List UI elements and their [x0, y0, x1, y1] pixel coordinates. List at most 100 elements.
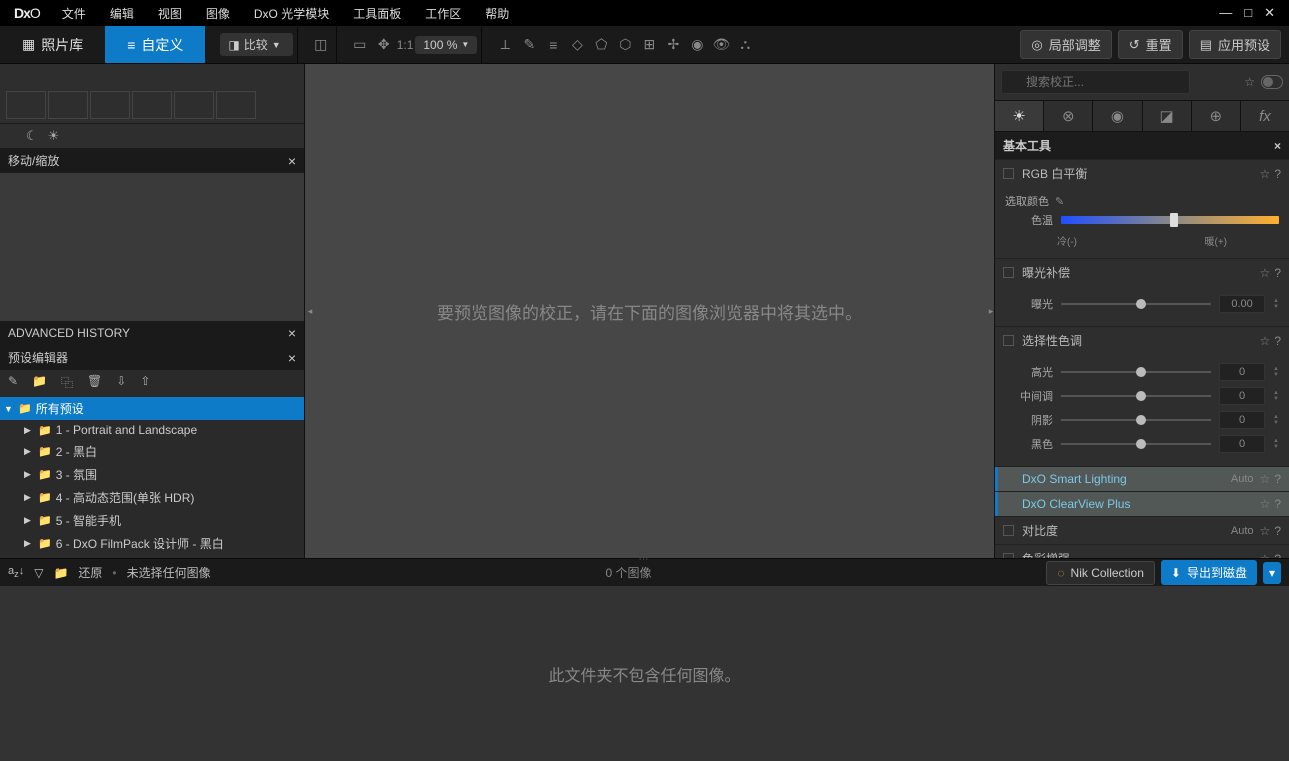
histogram-icon[interactable]: ⛬: [734, 34, 756, 56]
midtones-value[interactable]: 0: [1219, 387, 1265, 405]
sort-label[interactable]: 还原: [78, 564, 102, 581]
menu-optics[interactable]: DxO 光学模块: [242, 1, 341, 26]
menu-workspace[interactable]: 工作区: [413, 1, 473, 26]
window-maximize-icon[interactable]: □: [1244, 5, 1252, 21]
apply-preset-button[interactable]: ▤ 应用预设: [1189, 30, 1281, 59]
help-icon[interactable]: ?: [1274, 472, 1281, 486]
tree-item[interactable]: ▶📁6 - DxO FilmPack 设计师 - 黑白: [0, 532, 304, 555]
tab-custom[interactable]: ≡ 自定义: [105, 26, 205, 63]
new-folder-icon[interactable]: 📁: [32, 374, 47, 391]
perspective-icon[interactable]: ◇: [566, 34, 588, 56]
new-preset-icon[interactable]: ✎: [8, 374, 18, 391]
white-balance-section[interactable]: RGB 白平衡 ☆ ?: [995, 159, 1289, 187]
active-only-toggle[interactable]: [1261, 75, 1283, 89]
selective-tone-section[interactable]: 选择性色调 ☆ ?: [995, 326, 1289, 354]
help-icon[interactable]: ?: [1274, 524, 1281, 538]
color-enhance-section[interactable]: 色彩增强 ☆ ?: [995, 544, 1289, 558]
checkbox[interactable]: [1003, 267, 1014, 278]
preset-editor-header[interactable]: 预设编辑器 ×: [0, 345, 304, 370]
cat-local[interactable]: ⊕: [1192, 101, 1241, 131]
exposure-value[interactable]: 0.00: [1219, 295, 1265, 313]
local-adjust-button[interactable]: ◎ 局部调整: [1020, 30, 1111, 59]
reset-button[interactable]: ↺ 重置: [1118, 30, 1183, 59]
stepper-icon[interactable]: ▲▼: [1273, 298, 1279, 310]
checkbox[interactable]: [1003, 474, 1014, 485]
tree-item[interactable]: ▶📁4 - 高动态范围(单张 HDR): [0, 486, 304, 509]
shadows-slider[interactable]: [1061, 413, 1211, 427]
nik-collection-button[interactable]: ◌ Nik Collection: [1046, 561, 1155, 585]
tree-item[interactable]: ▶📁3 - 氛围: [0, 463, 304, 486]
star-icon[interactable]: ☆: [1260, 497, 1271, 511]
preview-icon[interactable]: 👁: [710, 34, 732, 56]
highlights-value[interactable]: 0: [1219, 363, 1265, 381]
crop-icon[interactable]: ⟂: [494, 34, 516, 56]
zoom-dropdown[interactable]: 100 % ▼: [415, 36, 477, 54]
grid-overlay-icon[interactable]: ⊞: [638, 34, 660, 56]
move-icon[interactable]: ✥: [373, 34, 395, 56]
repair-icon[interactable]: ✢: [662, 34, 684, 56]
collapse-right-handle[interactable]: ▸: [986, 291, 996, 331]
temp-slider[interactable]: [1061, 216, 1279, 224]
filter-icon[interactable]: ▽: [34, 566, 43, 580]
highlights-slider[interactable]: [1061, 365, 1211, 379]
window-close-icon[interactable]: ✕: [1264, 5, 1275, 21]
menu-file[interactable]: 文件: [50, 1, 98, 26]
strip-cell[interactable]: [6, 91, 46, 119]
window-minimize-icon[interactable]: —: [1219, 5, 1232, 21]
pan-zoom-header[interactable]: 移动/缩放 ×: [0, 148, 304, 173]
blacks-value[interactable]: 0: [1219, 435, 1265, 453]
smart-lighting-section[interactable]: DxO Smart Lighting Auto ☆ ?: [995, 466, 1289, 491]
exposure-comp-section[interactable]: 曝光补偿 ☆ ?: [995, 258, 1289, 286]
compare-button[interactable]: ◨ 比较 ▼: [220, 33, 292, 56]
menu-view[interactable]: 视图: [146, 1, 194, 26]
checkbox[interactable]: [1003, 525, 1014, 536]
close-icon[interactable]: ×: [1274, 139, 1281, 153]
eyedropper-icon[interactable]: ✎: [518, 34, 540, 56]
one-to-one-button[interactable]: 1:1: [397, 34, 414, 56]
export-button[interactable]: ⬇ 导出到磁盘: [1161, 560, 1257, 585]
blacks-slider[interactable]: [1061, 437, 1211, 451]
sort-az-icon[interactable]: az↓: [8, 565, 24, 579]
clearview-section[interactable]: DxO ClearView Plus ☆ ?: [995, 491, 1289, 516]
duplicate-icon[interactable]: ⿻: [61, 374, 73, 391]
horizon-icon[interactable]: ≡: [542, 34, 564, 56]
stepper-icon[interactable]: ▲▼: [1273, 390, 1279, 402]
contrast-section[interactable]: 对比度 Auto ☆ ?: [995, 516, 1289, 544]
fit-icon[interactable]: ▭: [349, 34, 371, 56]
cat-geometry[interactable]: ◪: [1143, 101, 1192, 131]
shadows-value[interactable]: 0: [1219, 411, 1265, 429]
strip-cell[interactable]: [48, 91, 88, 119]
stepper-icon[interactable]: ▲▼: [1273, 438, 1279, 450]
cat-color[interactable]: ⊗: [1044, 101, 1093, 131]
star-icon[interactable]: ☆: [1260, 472, 1271, 486]
strip-cell[interactable]: [132, 91, 172, 119]
import-icon[interactable]: ⇩: [116, 374, 126, 391]
menu-image[interactable]: 图像: [194, 1, 242, 26]
tree-root[interactable]: ▼ 📁 所有预设: [0, 397, 304, 420]
stepper-icon[interactable]: ▲▼: [1273, 414, 1279, 426]
basic-tools-header[interactable]: 基本工具 ×: [995, 132, 1289, 159]
sun-icon[interactable]: ☀: [48, 128, 60, 144]
strip-cell[interactable]: [216, 91, 256, 119]
star-icon[interactable]: ☆: [1260, 334, 1271, 348]
cat-light[interactable]: ☀: [995, 101, 1044, 131]
search-input[interactable]: [1001, 70, 1190, 94]
collapse-left-handle[interactable]: ◂: [305, 291, 315, 331]
close-icon[interactable]: ×: [288, 350, 296, 366]
stepper-icon[interactable]: ▲▼: [1273, 366, 1279, 378]
tree-item[interactable]: ▶📁5 - 智能手机: [0, 509, 304, 532]
export-dropdown[interactable]: ▾: [1263, 562, 1281, 584]
help-icon[interactable]: ?: [1274, 266, 1281, 280]
cat-detail[interactable]: ◉: [1093, 101, 1142, 131]
star-icon[interactable]: ☆: [1260, 524, 1271, 538]
redeye-icon[interactable]: ◉: [686, 34, 708, 56]
moon-icon[interactable]: ☾: [26, 128, 38, 144]
checkbox[interactable]: [1003, 335, 1014, 346]
help-icon[interactable]: ?: [1274, 167, 1281, 181]
checkbox[interactable]: [1003, 499, 1014, 510]
split-view-icon[interactable]: ◫: [310, 34, 332, 56]
checkbox[interactable]: [1003, 168, 1014, 179]
favorite-filter-icon[interactable]: ☆: [1244, 75, 1255, 89]
help-icon[interactable]: ?: [1274, 497, 1281, 511]
tree-item[interactable]: ▶📁2 - 黑白: [0, 440, 304, 463]
